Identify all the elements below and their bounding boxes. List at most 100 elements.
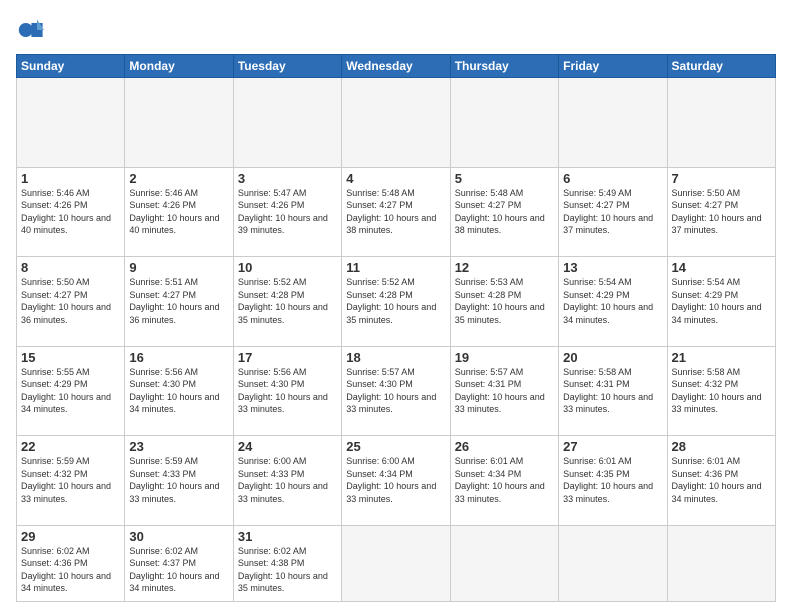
day-number: 17 bbox=[238, 350, 337, 365]
col-header-sunday: Sunday bbox=[17, 55, 125, 78]
day-info: Sunrise: 6:02 AMSunset: 4:37 PMDaylight:… bbox=[129, 545, 228, 595]
calendar-cell: 10Sunrise: 5:52 AMSunset: 4:28 PMDayligh… bbox=[233, 257, 341, 347]
day-info: Sunrise: 5:58 AMSunset: 4:31 PMDaylight:… bbox=[563, 366, 662, 416]
day-info: Sunrise: 6:01 AMSunset: 4:36 PMDaylight:… bbox=[672, 455, 771, 505]
day-number: 23 bbox=[129, 439, 228, 454]
calendar-cell: 4Sunrise: 5:48 AMSunset: 4:27 PMDaylight… bbox=[342, 167, 450, 257]
day-info: Sunrise: 5:56 AMSunset: 4:30 PMDaylight:… bbox=[238, 366, 337, 416]
calendar-week-row: 15Sunrise: 5:55 AMSunset: 4:29 PMDayligh… bbox=[17, 346, 776, 436]
calendar-cell: 15Sunrise: 5:55 AMSunset: 4:29 PMDayligh… bbox=[17, 346, 125, 436]
day-info: Sunrise: 5:50 AMSunset: 4:27 PMDaylight:… bbox=[21, 276, 120, 326]
col-header-friday: Friday bbox=[559, 55, 667, 78]
day-number: 4 bbox=[346, 171, 445, 186]
calendar-cell: 24Sunrise: 6:00 AMSunset: 4:33 PMDayligh… bbox=[233, 436, 341, 526]
day-info: Sunrise: 5:59 AMSunset: 4:33 PMDaylight:… bbox=[129, 455, 228, 505]
calendar-cell bbox=[342, 525, 450, 601]
calendar-cell: 16Sunrise: 5:56 AMSunset: 4:30 PMDayligh… bbox=[125, 346, 233, 436]
day-number: 7 bbox=[672, 171, 771, 186]
day-number: 22 bbox=[21, 439, 120, 454]
day-info: Sunrise: 5:56 AMSunset: 4:30 PMDaylight:… bbox=[129, 366, 228, 416]
day-info: Sunrise: 5:51 AMSunset: 4:27 PMDaylight:… bbox=[129, 276, 228, 326]
day-number: 20 bbox=[563, 350, 662, 365]
calendar-cell bbox=[450, 525, 558, 601]
day-number: 19 bbox=[455, 350, 554, 365]
day-info: Sunrise: 5:46 AMSunset: 4:26 PMDaylight:… bbox=[129, 187, 228, 237]
calendar-cell bbox=[559, 78, 667, 168]
calendar-cell: 23Sunrise: 5:59 AMSunset: 4:33 PMDayligh… bbox=[125, 436, 233, 526]
calendar-cell: 7Sunrise: 5:50 AMSunset: 4:27 PMDaylight… bbox=[667, 167, 775, 257]
calendar-cell bbox=[17, 78, 125, 168]
calendar-cell: 9Sunrise: 5:51 AMSunset: 4:27 PMDaylight… bbox=[125, 257, 233, 347]
calendar-header-row: SundayMondayTuesdayWednesdayThursdayFrid… bbox=[17, 55, 776, 78]
day-number: 13 bbox=[563, 260, 662, 275]
day-number: 25 bbox=[346, 439, 445, 454]
calendar-cell: 3Sunrise: 5:47 AMSunset: 4:26 PMDaylight… bbox=[233, 167, 341, 257]
day-number: 16 bbox=[129, 350, 228, 365]
day-number: 6 bbox=[563, 171, 662, 186]
calendar-table: SundayMondayTuesdayWednesdayThursdayFrid… bbox=[16, 54, 776, 602]
calendar-cell: 25Sunrise: 6:00 AMSunset: 4:34 PMDayligh… bbox=[342, 436, 450, 526]
day-number: 29 bbox=[21, 529, 120, 544]
day-info: Sunrise: 6:00 AMSunset: 4:34 PMDaylight:… bbox=[346, 455, 445, 505]
day-info: Sunrise: 6:01 AMSunset: 4:35 PMDaylight:… bbox=[563, 455, 662, 505]
col-header-tuesday: Tuesday bbox=[233, 55, 341, 78]
day-number: 14 bbox=[672, 260, 771, 275]
calendar-cell: 29Sunrise: 6:02 AMSunset: 4:36 PMDayligh… bbox=[17, 525, 125, 601]
calendar-cell: 6Sunrise: 5:49 AMSunset: 4:27 PMDaylight… bbox=[559, 167, 667, 257]
calendar-cell: 28Sunrise: 6:01 AMSunset: 4:36 PMDayligh… bbox=[667, 436, 775, 526]
day-number: 27 bbox=[563, 439, 662, 454]
calendar-cell bbox=[667, 525, 775, 601]
day-number: 1 bbox=[21, 171, 120, 186]
calendar-cell bbox=[233, 78, 341, 168]
day-number: 26 bbox=[455, 439, 554, 454]
day-info: Sunrise: 5:55 AMSunset: 4:29 PMDaylight:… bbox=[21, 366, 120, 416]
day-info: Sunrise: 5:58 AMSunset: 4:32 PMDaylight:… bbox=[672, 366, 771, 416]
col-header-saturday: Saturday bbox=[667, 55, 775, 78]
day-info: Sunrise: 6:00 AMSunset: 4:33 PMDaylight:… bbox=[238, 455, 337, 505]
day-number: 31 bbox=[238, 529, 337, 544]
day-number: 30 bbox=[129, 529, 228, 544]
calendar-cell: 13Sunrise: 5:54 AMSunset: 4:29 PMDayligh… bbox=[559, 257, 667, 347]
col-header-monday: Monday bbox=[125, 55, 233, 78]
day-number: 2 bbox=[129, 171, 228, 186]
calendar-cell bbox=[125, 78, 233, 168]
day-number: 5 bbox=[455, 171, 554, 186]
day-number: 9 bbox=[129, 260, 228, 275]
day-number: 21 bbox=[672, 350, 771, 365]
day-info: Sunrise: 5:50 AMSunset: 4:27 PMDaylight:… bbox=[672, 187, 771, 237]
calendar-cell: 5Sunrise: 5:48 AMSunset: 4:27 PMDaylight… bbox=[450, 167, 558, 257]
calendar-cell: 11Sunrise: 5:52 AMSunset: 4:28 PMDayligh… bbox=[342, 257, 450, 347]
calendar-cell: 26Sunrise: 6:01 AMSunset: 4:34 PMDayligh… bbox=[450, 436, 558, 526]
day-number: 24 bbox=[238, 439, 337, 454]
calendar-cell: 17Sunrise: 5:56 AMSunset: 4:30 PMDayligh… bbox=[233, 346, 341, 436]
logo-icon bbox=[16, 16, 44, 44]
calendar-week-row: 22Sunrise: 5:59 AMSunset: 4:32 PMDayligh… bbox=[17, 436, 776, 526]
day-info: Sunrise: 5:48 AMSunset: 4:27 PMDaylight:… bbox=[455, 187, 554, 237]
day-number: 10 bbox=[238, 260, 337, 275]
day-info: Sunrise: 5:59 AMSunset: 4:32 PMDaylight:… bbox=[21, 455, 120, 505]
calendar-cell: 12Sunrise: 5:53 AMSunset: 4:28 PMDayligh… bbox=[450, 257, 558, 347]
day-info: Sunrise: 5:57 AMSunset: 4:30 PMDaylight:… bbox=[346, 366, 445, 416]
calendar-cell: 1Sunrise: 5:46 AMSunset: 4:26 PMDaylight… bbox=[17, 167, 125, 257]
day-number: 8 bbox=[21, 260, 120, 275]
calendar-cell: 19Sunrise: 5:57 AMSunset: 4:31 PMDayligh… bbox=[450, 346, 558, 436]
calendar-cell bbox=[667, 78, 775, 168]
day-info: Sunrise: 5:46 AMSunset: 4:26 PMDaylight:… bbox=[21, 187, 120, 237]
day-info: Sunrise: 5:54 AMSunset: 4:29 PMDaylight:… bbox=[563, 276, 662, 326]
day-number: 15 bbox=[21, 350, 120, 365]
calendar-cell: 30Sunrise: 6:02 AMSunset: 4:37 PMDayligh… bbox=[125, 525, 233, 601]
calendar-week-row: 1Sunrise: 5:46 AMSunset: 4:26 PMDaylight… bbox=[17, 167, 776, 257]
day-number: 18 bbox=[346, 350, 445, 365]
day-info: Sunrise: 6:01 AMSunset: 4:34 PMDaylight:… bbox=[455, 455, 554, 505]
day-info: Sunrise: 5:52 AMSunset: 4:28 PMDaylight:… bbox=[238, 276, 337, 326]
header bbox=[16, 16, 776, 44]
calendar-week-row bbox=[17, 78, 776, 168]
day-info: Sunrise: 6:02 AMSunset: 4:36 PMDaylight:… bbox=[21, 545, 120, 595]
day-info: Sunrise: 5:52 AMSunset: 4:28 PMDaylight:… bbox=[346, 276, 445, 326]
calendar-cell bbox=[450, 78, 558, 168]
day-info: Sunrise: 5:49 AMSunset: 4:27 PMDaylight:… bbox=[563, 187, 662, 237]
calendar-cell: 31Sunrise: 6:02 AMSunset: 4:38 PMDayligh… bbox=[233, 525, 341, 601]
day-number: 11 bbox=[346, 260, 445, 275]
calendar-week-row: 8Sunrise: 5:50 AMSunset: 4:27 PMDaylight… bbox=[17, 257, 776, 347]
day-info: Sunrise: 5:53 AMSunset: 4:28 PMDaylight:… bbox=[455, 276, 554, 326]
